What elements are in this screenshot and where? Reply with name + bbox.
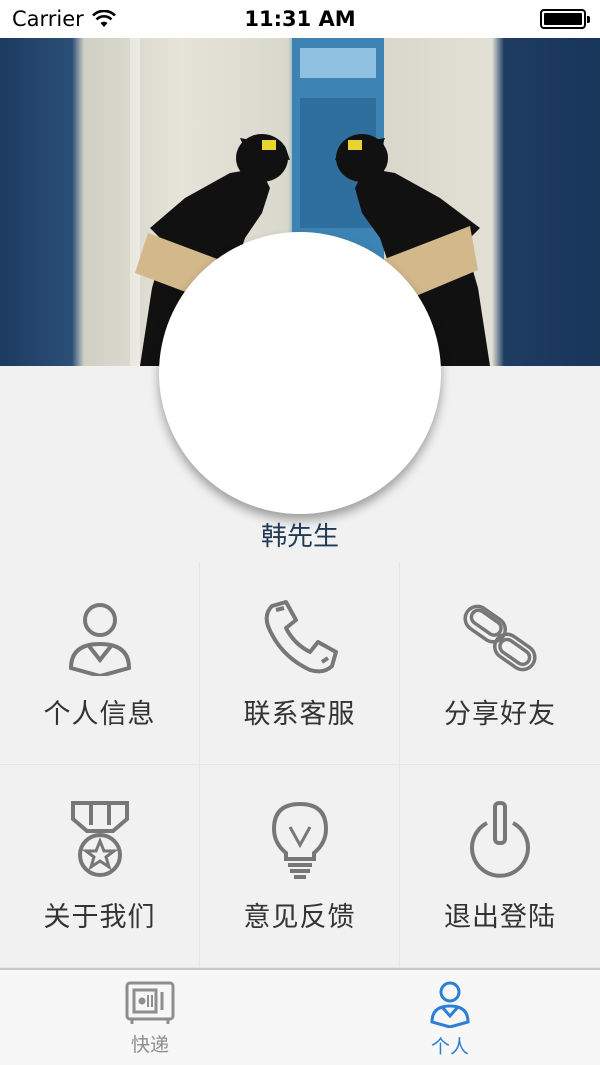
power-icon xyxy=(460,799,540,883)
menu-label: 联系客服 xyxy=(243,699,356,730)
menu-item-share[interactable]: 分享好友 xyxy=(400,562,600,765)
tab-express[interactable]: 快递 xyxy=(0,970,300,1065)
menu-label: 分享好友 xyxy=(444,699,556,730)
tab-label: 个人 xyxy=(430,1036,469,1058)
status-bar: Carrier 11:31 AM xyxy=(0,0,600,38)
locker-icon xyxy=(125,981,175,1024)
menu-item-about[interactable]: 关于我们 xyxy=(0,765,200,968)
menu-label: 退出登陆 xyxy=(444,902,556,933)
menu-item-feedback[interactable]: 意见反馈 xyxy=(200,765,400,968)
user-icon xyxy=(430,981,470,1028)
tab-personal[interactable]: 个人 xyxy=(300,970,600,1065)
wifi-icon xyxy=(91,10,116,27)
menu-label: 关于我们 xyxy=(43,902,156,933)
tab-label: 快递 xyxy=(130,1034,169,1056)
carrier-label: Carrier xyxy=(12,7,84,31)
menu-item-logout[interactable]: 退出登陆 xyxy=(400,765,600,968)
menu-grid: 个人信息 联系客服 分享好友 关于我们 意见反馈 退出登陆 xyxy=(0,562,600,968)
menu-item-personal-info[interactable]: 个人信息 xyxy=(0,562,200,765)
link-icon xyxy=(460,596,540,680)
menu-label: 个人信息 xyxy=(43,699,156,730)
user-name: 韩先生 xyxy=(260,522,339,552)
battery-icon xyxy=(540,9,590,29)
person-icon xyxy=(60,596,140,680)
phone-icon xyxy=(260,596,340,680)
menu-label: 意见反馈 xyxy=(243,902,356,933)
menu-item-customer-service[interactable]: 联系客服 xyxy=(200,562,400,765)
tab-bar: 快递 个人 xyxy=(0,968,600,1065)
status-left: Carrier xyxy=(12,7,116,31)
medal-icon xyxy=(60,799,140,883)
avatar[interactable] xyxy=(159,232,441,514)
lightbulb-icon xyxy=(260,799,340,883)
